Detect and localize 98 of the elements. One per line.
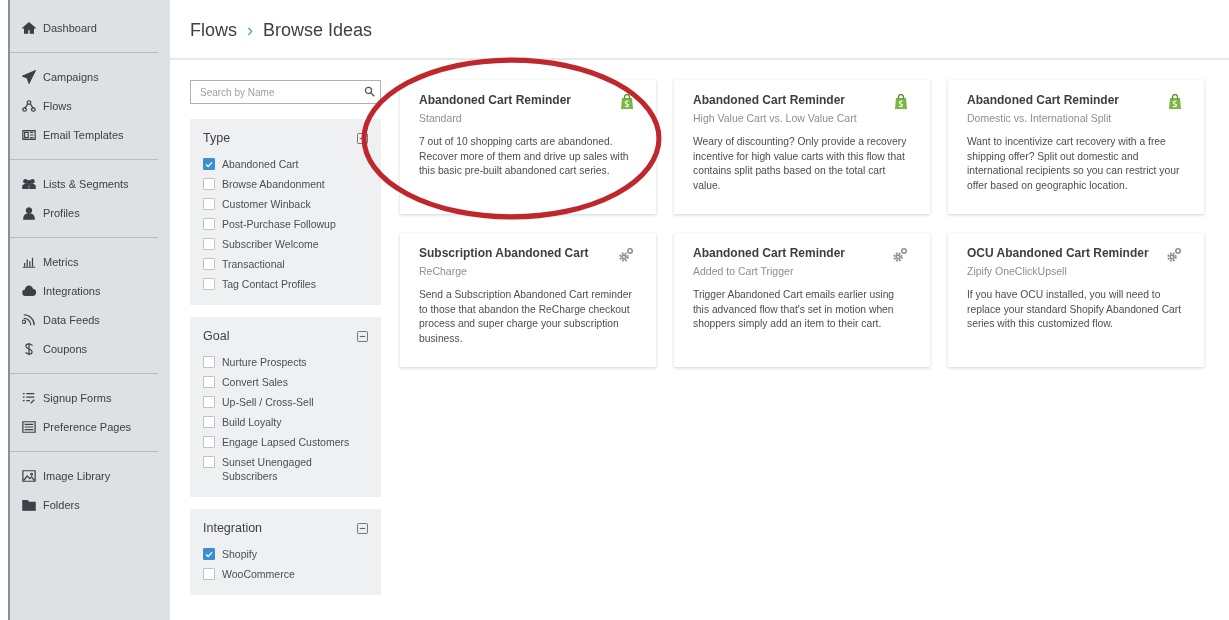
filter-option-label: Nurture Prospects [222,355,307,369]
flow-icon [22,98,36,113]
nav-item[interactable]: Folders [10,490,158,519]
flow-card[interactable]: OCU Abandoned Cart Reminder Zipify OneClickUpsell If you have OCU installed, you will need to replace your standard Shopify Abandoned Cart series with this customized flow. [948,233,1204,367]
card-description: Trigger Abandoned Cart emails earlier using this advanced flow that's set in motion when shoppers simply add an item to their cart. [693,288,896,331]
card-title: Abandoned Cart Reminder [693,246,845,260]
filter-option-label: Subscriber Welcome [222,237,319,251]
card-description: Send a Subscription Abandoned Cart reminder to those that abandon the ReCharge checkout process and super charge your subscription business. [419,288,633,346]
search-icon [364,86,375,97]
card-subtitle: High Value Cart vs. Low Value Cart [693,112,857,124]
shopping-bag-icon [620,94,634,110]
filter-option-label: Customer Winback [222,197,311,211]
nav-item[interactable]: Campaigns [10,62,158,91]
gears-icon [618,247,634,263]
checkbox[interactable] [203,416,215,428]
filter-option-label: Tag Contact Profiles [222,277,316,291]
nav-item[interactable]: Lists & Segments [10,169,158,198]
list-icon [22,390,36,405]
card-subtitle: Added to Cart Trigger [693,265,795,277]
checkbox[interactable] [203,436,215,448]
page-title: Browse Ideas [263,19,373,41]
gears-icon [1166,247,1182,263]
nav-item[interactable]: Image Library [10,461,158,490]
rss-icon [22,312,36,327]
card-subtitle: Zipify OneClickUpsell [967,265,1068,277]
card-subtitle: Domestic vs. International Split [967,112,1113,124]
flow-card[interactable]: Subscription Abandoned Cart ReCharge Send a Subscription Abandoned Cart reminder to those that abandon the ReCharge checkout process and super charge your subscription business. [400,233,656,367]
flow-card[interactable] [948,80,1204,214]
card-description: Want to incentivize cart recovery with a free shipping offer? Split out domestic and international recipients so you can restrict your offer based on geographic location. [967,135,1181,193]
filter-option-label: Engage Lapsed Customers [222,435,350,449]
card-description: 7 out of 10 shopping carts are abandoned. Recover more of them and drive up sales with this basic pre-built abandoned cart series. [419,135,630,178]
search-field[interactable]: Search by Name [190,80,381,104]
filter-option-label: Convert Sales [222,375,288,389]
checkbox[interactable] [203,258,215,270]
image-icon [22,468,36,483]
folder-icon [22,497,36,512]
filter-option-label: Post-Purchase Followup [222,217,336,231]
nav-item[interactable]: Metrics [10,247,158,276]
nav-item[interactable]: Coupons [10,334,158,363]
collapse-icon[interactable] [357,330,368,342]
shopping-bag-icon [1168,94,1182,110]
checkbox[interactable] [203,568,215,580]
dollar-icon [22,341,36,356]
card-description: If you have OCU installed, you will need to replace your standard Shopify Abandoned Cart series with this customized flow. [967,288,1183,331]
filter-option-label: Transactional [222,257,285,271]
card-title: Abandoned Cart Reminder [967,93,1119,107]
nav-item[interactable]: Flows [10,91,158,120]
collapse-icon[interactable] [357,132,368,144]
checkbox[interactable] [203,158,215,170]
checkbox[interactable] [203,356,215,368]
paper-plane-icon [22,69,36,84]
checkbox[interactable] [203,178,215,190]
cloud-icon [22,283,36,298]
checkbox[interactable] [203,218,215,230]
card-subtitle: Standard [419,112,463,124]
flow-card[interactable] [674,80,930,214]
card-title: Abandoned Cart Reminder [693,93,846,107]
nav-item[interactable]: Preference Pages [10,412,158,441]
filter-option-label: Abandoned Cart [222,157,299,171]
house-icon [22,20,36,35]
collapse-icon[interactable] [357,522,368,534]
card-title: Abandoned Cart Reminder [419,93,571,107]
card-description: Weary of discounting? Only provide a recovery incentive for high value carts with this flow that contains split paths based on the total cart value. [693,135,908,193]
checkbox[interactable] [203,396,215,408]
nav-item[interactable]: Integrations [10,276,158,305]
flow-card[interactable]: Abandoned Cart Reminder Standard 7 out of 10 shopping carts are abandoned. Recover more of them and drive up sales with this basic pre-built abandoned cart series. [400,80,656,214]
checkbox[interactable] [203,376,215,388]
filter-option-label: Sunset Unengaged Subscribers [222,455,313,483]
filter-option-label: WooCommerce [222,567,295,581]
filter-option-label: Browse Abandonment [222,177,325,191]
nav-item[interactable]: Signup Forms [10,383,158,412]
nav-item[interactable]: Email Templates [10,120,158,149]
breadcrumb-link[interactable]: Flows [190,19,237,41]
checkbox[interactable] [203,548,215,560]
card-title: OCU Abandoned Cart Reminder [967,246,1149,260]
shopping-bag-icon [894,94,908,110]
filter-option-label: Shopify [222,547,258,561]
checkbox[interactable] [203,456,215,468]
people-icon [22,176,36,191]
nav-item[interactable]: Data Feeds [10,305,158,334]
filter-title: Goal [203,329,230,343]
card-title: Subscription Abandoned Cart [419,246,589,260]
filter-title: Type [203,131,231,145]
filter-option-label: Up-Sell / Cross-Sell [222,395,314,409]
card-subtitle: ReCharge [419,265,468,277]
flow-card[interactable]: Abandoned Cart Reminder Added to Cart Trigger Trigger Abandoned Cart emails earlier using this advanced flow that's set in motion when shoppers simply add an item to their cart. [674,233,930,367]
gears-icon [892,247,908,263]
person-icon [22,205,36,220]
template-icon [22,127,36,142]
nav-item[interactable]: Dashboard [10,13,158,42]
breadcrumb-separator: › [247,19,253,41]
checkbox[interactable] [203,278,215,290]
checkbox[interactable] [203,238,215,250]
checkbox[interactable] [203,198,215,210]
filter-title: Integration [203,521,263,535]
nav-item[interactable]: Profiles [10,198,158,227]
filter-option-label: Build Loyalty [222,415,282,429]
page-icon [22,419,36,434]
